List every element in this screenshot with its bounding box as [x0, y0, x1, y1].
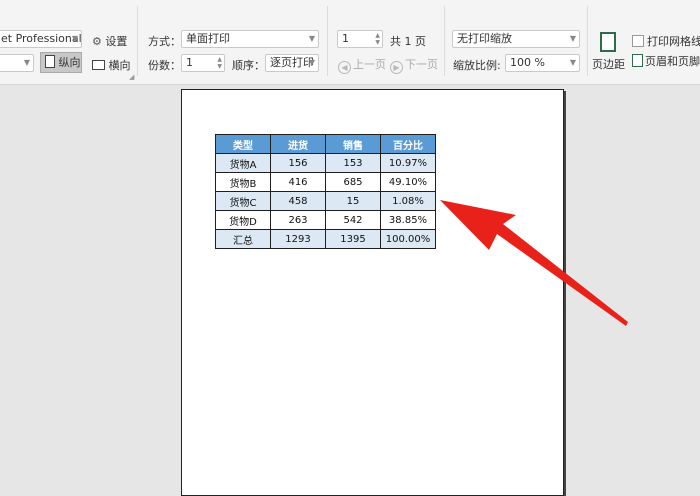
arrow-pointer-icon — [440, 200, 628, 326]
red-arrow-annotation — [440, 200, 628, 326]
